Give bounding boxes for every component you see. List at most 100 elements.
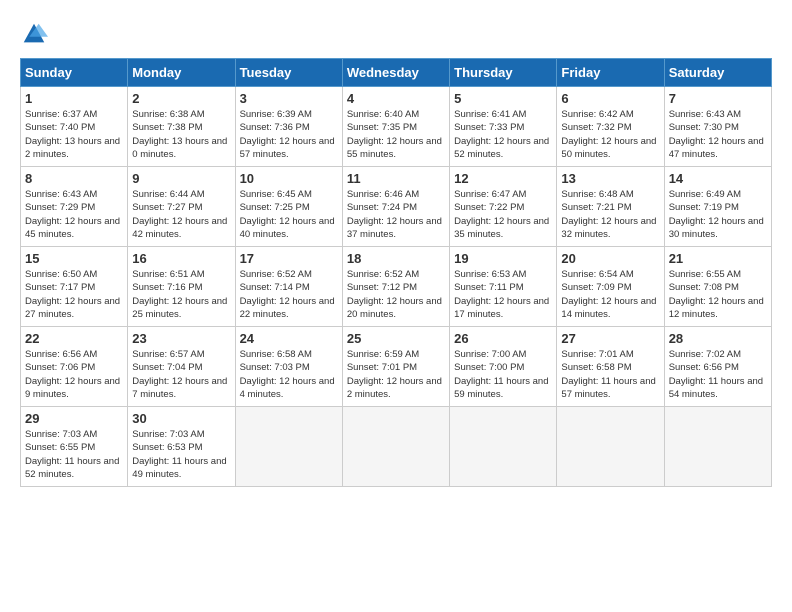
day-number: 30: [132, 411, 230, 426]
calendar-cell: 28 Sunrise: 7:02 AMSunset: 6:56 PMDayligh…: [664, 327, 771, 407]
day-number: 21: [669, 251, 767, 266]
day-info: Sunrise: 6:46 AMSunset: 7:24 PMDaylight:…: [347, 188, 445, 241]
day-number: 15: [25, 251, 123, 266]
calendar-cell: 27Sunrise: 7:01 AMSunset: 6:58 PMDayligh…: [557, 327, 664, 407]
calendar-cell: 6 Sunrise: 6:42 AMSunset: 7:32 PMDaylight…: [557, 87, 664, 167]
day-info: Sunrise: 7:03 AMSunset: 6:53 PMDaylight:…: [132, 428, 230, 481]
calendar-cell: 26 Sunrise: 7:00 AMSunset: 7:00 PMDayligh…: [450, 327, 557, 407]
day-info: Sunrise: 6:58 AMSunset: 7:03 PMDaylight:…: [240, 348, 338, 401]
calendar-cell: 21 Sunrise: 6:55 AMSunset: 7:08 PMDayligh…: [664, 247, 771, 327]
calendar-cell: 4 Sunrise: 6:40 AMSunset: 7:35 PMDaylight…: [342, 87, 449, 167]
day-number: 23: [132, 331, 230, 346]
calendar-cell: 7 Sunrise: 6:43 AMSunset: 7:30 PMDaylight…: [664, 87, 771, 167]
day-info: Sunrise: 6:59 AMSunset: 7:01 PMDaylight:…: [347, 348, 445, 401]
day-number: 7: [669, 91, 767, 106]
day-number: 1: [25, 91, 123, 106]
day-info: Sunrise: 6:43 AMSunset: 7:29 PMDaylight:…: [25, 188, 123, 241]
calendar-cell: 24Sunrise: 6:58 AMSunset: 7:03 PMDayligh…: [235, 327, 342, 407]
calendar-cell: 23 Sunrise: 6:57 AMSunset: 7:04 PMDayligh…: [128, 327, 235, 407]
day-number: 3: [240, 91, 338, 106]
day-info: Sunrise: 6:38 AMSunset: 7:38 PMDaylight:…: [132, 108, 230, 161]
logo-icon: [20, 20, 48, 48]
col-header-sunday: Sunday: [21, 59, 128, 87]
day-number: 6: [561, 91, 659, 106]
calendar-cell: 3 Sunrise: 6:39 AMSunset: 7:36 PMDaylight…: [235, 87, 342, 167]
day-info: Sunrise: 6:56 AMSunset: 7:06 PMDaylight:…: [25, 348, 123, 401]
day-number: 10: [240, 171, 338, 186]
day-number: 4: [347, 91, 445, 106]
day-number: 9: [132, 171, 230, 186]
day-info: Sunrise: 6:50 AMSunset: 7:17 PMDaylight:…: [25, 268, 123, 321]
day-number: 14: [669, 171, 767, 186]
day-info: Sunrise: 6:49 AMSunset: 7:19 PMDaylight:…: [669, 188, 767, 241]
col-header-saturday: Saturday: [664, 59, 771, 87]
col-header-friday: Friday: [557, 59, 664, 87]
day-number: 20: [561, 251, 659, 266]
logo: [20, 20, 52, 48]
day-info: Sunrise: 6:39 AMSunset: 7:36 PMDaylight:…: [240, 108, 338, 161]
day-number: 8: [25, 171, 123, 186]
day-number: 29: [25, 411, 123, 426]
calendar-week-5: 29 Sunrise: 7:03 AMSunset: 6:55 PMDayligh…: [21, 407, 772, 487]
calendar-cell: 14 Sunrise: 6:49 AMSunset: 7:19 PMDayligh…: [664, 167, 771, 247]
calendar-cell: 2 Sunrise: 6:38 AMSunset: 7:38 PMDaylight…: [128, 87, 235, 167]
day-info: Sunrise: 6:57 AMSunset: 7:04 PMDaylight:…: [132, 348, 230, 401]
day-info: Sunrise: 6:55 AMSunset: 7:08 PMDaylight:…: [669, 268, 767, 321]
calendar-cell: 20Sunrise: 6:54 AMSunset: 7:09 PMDayligh…: [557, 247, 664, 327]
calendar-cell: 8 Sunrise: 6:43 AMSunset: 7:29 PMDaylight…: [21, 167, 128, 247]
day-number: 28: [669, 331, 767, 346]
calendar-cell: 22Sunrise: 6:56 AMSunset: 7:06 PMDayligh…: [21, 327, 128, 407]
calendar-week-2: 8 Sunrise: 6:43 AMSunset: 7:29 PMDaylight…: [21, 167, 772, 247]
calendar-cell: 30 Sunrise: 7:03 AMSunset: 6:53 PMDayligh…: [128, 407, 235, 487]
day-info: Sunrise: 6:42 AMSunset: 7:32 PMDaylight:…: [561, 108, 659, 161]
day-number: 26: [454, 331, 552, 346]
calendar-cell: [235, 407, 342, 487]
day-info: Sunrise: 7:03 AMSunset: 6:55 PMDaylight:…: [25, 428, 123, 481]
calendar-cell: 19 Sunrise: 6:53 AMSunset: 7:11 PMDayligh…: [450, 247, 557, 327]
day-info: Sunrise: 6:44 AMSunset: 7:27 PMDaylight:…: [132, 188, 230, 241]
day-info: Sunrise: 6:40 AMSunset: 7:35 PMDaylight:…: [347, 108, 445, 161]
day-number: 12: [454, 171, 552, 186]
day-number: 11: [347, 171, 445, 186]
day-number: 5: [454, 91, 552, 106]
calendar-cell: [450, 407, 557, 487]
day-info: Sunrise: 7:02 AMSunset: 6:56 PMDaylight:…: [669, 348, 767, 401]
calendar-cell: 25 Sunrise: 6:59 AMSunset: 7:01 PMDayligh…: [342, 327, 449, 407]
day-number: 18: [347, 251, 445, 266]
calendar-cell: [342, 407, 449, 487]
day-info: Sunrise: 6:43 AMSunset: 7:30 PMDaylight:…: [669, 108, 767, 161]
day-info: Sunrise: 6:52 AMSunset: 7:14 PMDaylight:…: [240, 268, 338, 321]
col-header-thursday: Thursday: [450, 59, 557, 87]
calendar-cell: 5 Sunrise: 6:41 AMSunset: 7:33 PMDaylight…: [450, 87, 557, 167]
day-info: Sunrise: 6:41 AMSunset: 7:33 PMDaylight:…: [454, 108, 552, 161]
calendar-cell: 16 Sunrise: 6:51 AMSunset: 7:16 PMDayligh…: [128, 247, 235, 327]
calendar-cell: [664, 407, 771, 487]
day-info: Sunrise: 6:45 AMSunset: 7:25 PMDaylight:…: [240, 188, 338, 241]
col-header-wednesday: Wednesday: [342, 59, 449, 87]
day-number: 13: [561, 171, 659, 186]
day-info: Sunrise: 7:00 AMSunset: 7:00 PMDaylight:…: [454, 348, 552, 401]
day-number: 25: [347, 331, 445, 346]
day-number: 16: [132, 251, 230, 266]
calendar-cell: 1 Sunrise: 6:37 AMSunset: 7:40 PMDaylight…: [21, 87, 128, 167]
calendar-cell: 10 Sunrise: 6:45 AMSunset: 7:25 PMDayligh…: [235, 167, 342, 247]
calendar-cell: 13 Sunrise: 6:48 AMSunset: 7:21 PMDayligh…: [557, 167, 664, 247]
day-number: 19: [454, 251, 552, 266]
day-info: Sunrise: 6:48 AMSunset: 7:21 PMDaylight:…: [561, 188, 659, 241]
day-info: Sunrise: 7:01 AMSunset: 6:58 PMDaylight:…: [561, 348, 659, 401]
calendar-cell: 9 Sunrise: 6:44 AMSunset: 7:27 PMDaylight…: [128, 167, 235, 247]
calendar-table: SundayMondayTuesdayWednesdayThursdayFrid…: [20, 58, 772, 487]
calendar-cell: 17Sunrise: 6:52 AMSunset: 7:14 PMDayligh…: [235, 247, 342, 327]
calendar-week-3: 15 Sunrise: 6:50 AMSunset: 7:17 PMDayligh…: [21, 247, 772, 327]
day-info: Sunrise: 6:37 AMSunset: 7:40 PMDaylight:…: [25, 108, 123, 161]
calendar-cell: 11 Sunrise: 6:46 AMSunset: 7:24 PMDayligh…: [342, 167, 449, 247]
day-number: 2: [132, 91, 230, 106]
day-info: Sunrise: 6:51 AMSunset: 7:16 PMDaylight:…: [132, 268, 230, 321]
calendar-cell: 12 Sunrise: 6:47 AMSunset: 7:22 PMDayligh…: [450, 167, 557, 247]
day-info: Sunrise: 6:52 AMSunset: 7:12 PMDaylight:…: [347, 268, 445, 321]
day-info: Sunrise: 6:47 AMSunset: 7:22 PMDaylight:…: [454, 188, 552, 241]
day-info: Sunrise: 6:53 AMSunset: 7:11 PMDaylight:…: [454, 268, 552, 321]
calendar-week-4: 22Sunrise: 6:56 AMSunset: 7:06 PMDayligh…: [21, 327, 772, 407]
col-header-tuesday: Tuesday: [235, 59, 342, 87]
calendar-cell: 15 Sunrise: 6:50 AMSunset: 7:17 PMDayligh…: [21, 247, 128, 327]
